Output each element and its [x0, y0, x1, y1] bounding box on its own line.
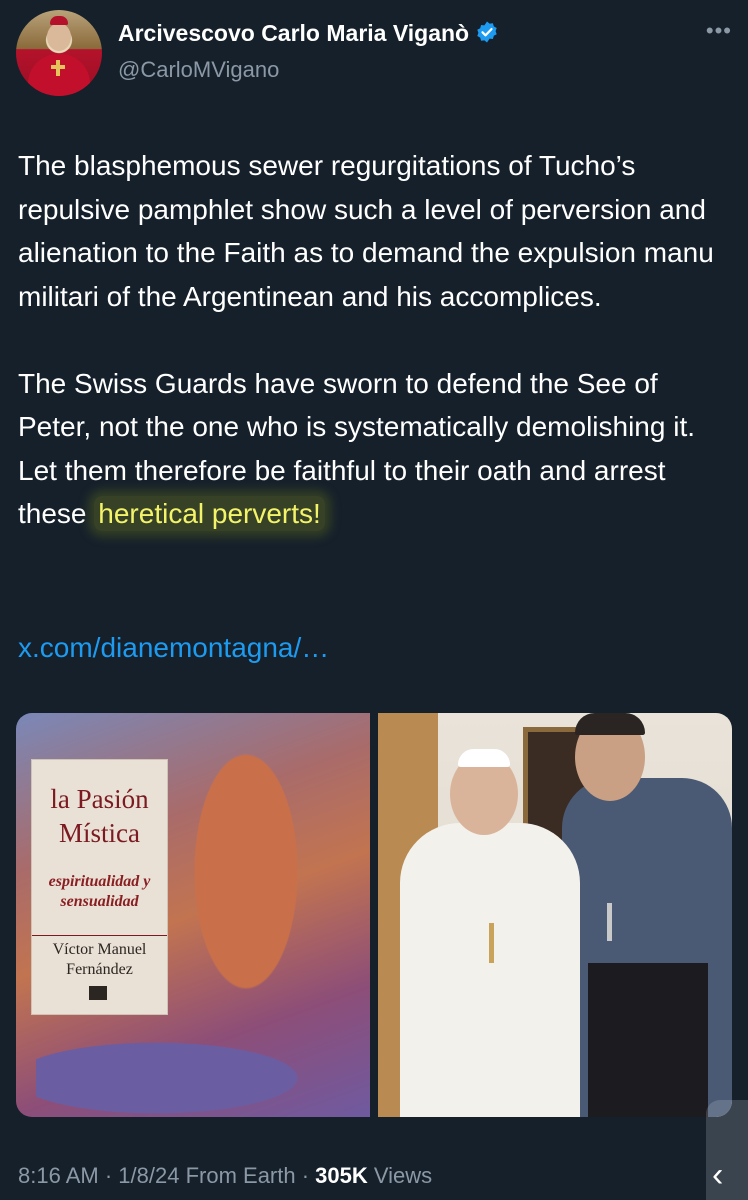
person-right-legs: [588, 963, 708, 1117]
display-name[interactable]: Arcivescovo Carlo Maria Viganò: [118, 20, 499, 47]
tweet-header: Arcivescovo Carlo Maria Viganò @CarloMVi…: [16, 10, 732, 100]
chevron-left-icon[interactable]: ‹: [712, 1156, 723, 1195]
verified-badge-icon: [477, 21, 497, 43]
tweet-meta: 8:16 AM · 1/8/24 From Earth · 305K Views: [18, 1163, 433, 1188]
tweet-date[interactable]: 1/8/24: [118, 1163, 179, 1188]
avatar[interactable]: [16, 10, 102, 96]
painting-figure: [166, 723, 326, 1053]
person-right-hair: [575, 713, 645, 735]
painting-cloud: [36, 1033, 336, 1117]
more-horizontal-icon[interactable]: •••: [706, 18, 732, 44]
user-handle[interactable]: @CarloMVigano: [118, 57, 279, 83]
photo-image[interactable]: [378, 713, 732, 1117]
tweet-link[interactable]: x.com/dianemontagna/…: [18, 632, 329, 664]
publisher-logo-icon: [89, 986, 107, 1000]
book-subtitle: espiritualidad y sensualidad: [48, 873, 151, 910]
pectoral-cross-left: [489, 923, 494, 963]
book-cover-image[interactable]: la Pasión Mística espiritualidad y sensu…: [16, 713, 370, 1117]
media-grid: la Pasión Mística espiritualidad y sensu…: [16, 713, 732, 1117]
tweet-time[interactable]: 8:16 AM: [18, 1163, 99, 1188]
tweet-paragraph-1: The blasphemous sewer regurgitations of …: [18, 150, 714, 312]
tweet-paragraph-2: The Swiss Guards have sworn to defend th…: [18, 362, 730, 536]
book-title: la Pasión Mística: [50, 784, 149, 848]
views-count: 305K: [315, 1163, 368, 1188]
highlighted-text: heretical perverts!: [94, 496, 325, 531]
tweet-text: The blasphemous sewer regurgitations of …: [18, 144, 730, 536]
zucchetto: [458, 749, 510, 767]
pectoral-cross-right: [607, 903, 612, 941]
book-author: Víctor Manuel Fernández: [32, 935, 167, 980]
book-label: la Pasión Mística espiritualidad y sensu…: [31, 759, 168, 1015]
views-label: Views: [373, 1163, 433, 1188]
person-left: [400, 823, 580, 1117]
display-name-text[interactable]: Arcivescovo Carlo Maria Viganò: [118, 20, 469, 46]
tweet-source: From Earth: [185, 1163, 296, 1188]
